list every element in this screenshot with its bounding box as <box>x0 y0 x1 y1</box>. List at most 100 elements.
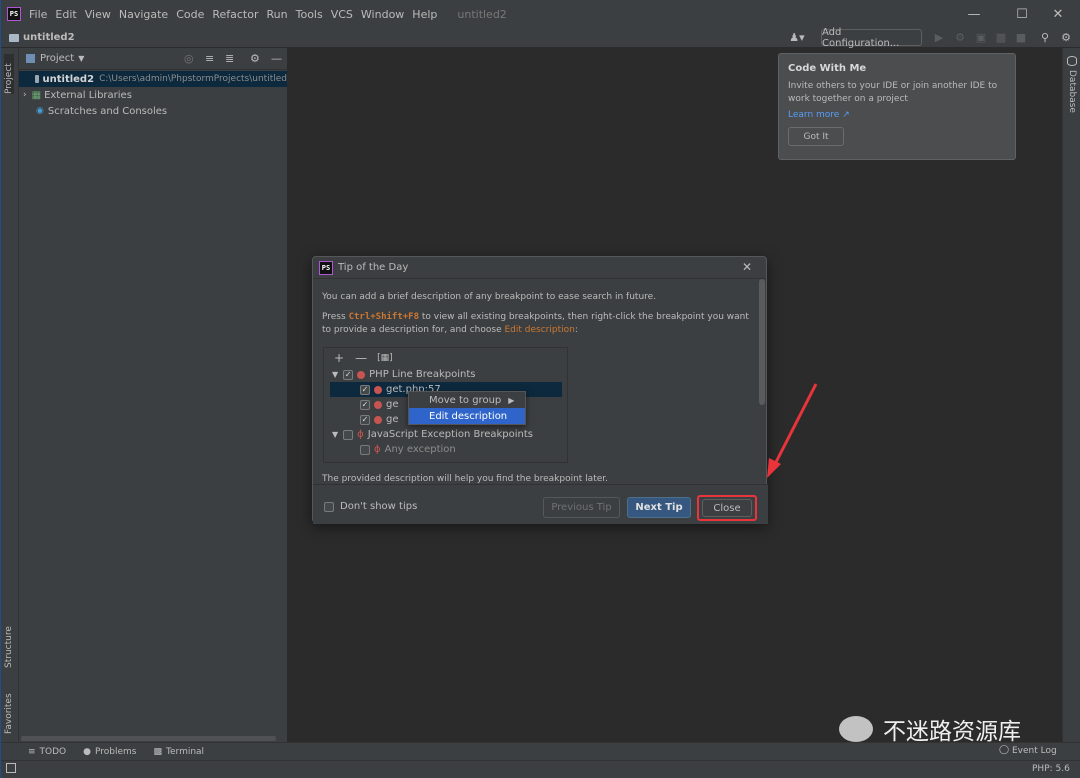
dialog-footer: Don't show tips Previous Tip Next Tip Cl… <box>313 484 768 524</box>
dont-show-tips[interactable]: Don't show tips <box>324 501 417 512</box>
menu-item-edit-description: Edit description <box>409 408 525 424</box>
ide-window: PS File Edit View Navigate Code Refactor… <box>0 0 1080 778</box>
database-icon <box>1067 56 1077 66</box>
search-icon[interactable]: ⚲ <box>1037 29 1053 46</box>
group-js-exception: ▼ ϕ JavaScript Exception Breakpoints <box>332 429 533 440</box>
shortcut-text: Ctrl+Shift+F8 <box>348 312 420 322</box>
profile-icon[interactable]: ▩ <box>993 29 1009 46</box>
menu-navigate[interactable]: Navigate <box>119 8 168 21</box>
collapse-all-icon[interactable]: ≣ <box>225 52 234 65</box>
remove-icon: — <box>355 350 368 365</box>
menu-window[interactable]: Window <box>361 8 404 21</box>
folder-icon <box>35 75 39 83</box>
dont-show-checkbox[interactable] <box>324 501 334 512</box>
learn-more-link[interactable]: Learn more ↗ <box>788 110 1006 120</box>
todo-icon: ≡ <box>28 746 36 757</box>
tree-item-label: Scratches and Consoles <box>47 105 168 117</box>
tree-item-label: External Libraries <box>44 89 132 101</box>
got-it-button[interactable]: Got It <box>788 127 844 146</box>
breadcrumb-project[interactable]: untitled2 <box>23 32 75 43</box>
project-view-icon <box>26 54 35 63</box>
chevron-down-icon[interactable]: ▼ <box>78 54 84 63</box>
popup-title: Code With Me <box>788 63 867 74</box>
minimize-icon[interactable]: — <box>951 0 997 28</box>
menu-tools[interactable]: Tools <box>296 8 323 21</box>
close-window-icon[interactable]: ✕ <box>1035 0 1080 28</box>
tab-structure[interactable]: Structure <box>4 616 14 668</box>
tip-of-the-day-dialog: PS Tip of the Day ✕ You can add a brief … <box>312 256 768 524</box>
any-exception-row: ϕ Any exception <box>360 442 456 457</box>
coverage-icon[interactable]: ▣ <box>973 29 989 46</box>
breakpoint-dot-icon <box>374 385 382 394</box>
chevron-right-icon[interactable]: › <box>23 90 27 100</box>
checkbox-icon <box>360 444 370 455</box>
group-icon: [▦] <box>377 352 393 363</box>
folder-icon <box>9 33 19 42</box>
dialog-title: Tip of the Day <box>338 262 409 273</box>
tip-content: You can add a brief description of any b… <box>322 291 752 337</box>
menu-help[interactable]: Help <box>412 8 437 21</box>
tree-item-path: C:\Users\admin\PhpstormProjects\untitled <box>99 74 287 84</box>
breakpoint-row-2: ✓ ge <box>360 399 399 410</box>
tab-terminal[interactable]: Terminal <box>166 747 204 757</box>
chevron-down-icon: ▼ <box>332 370 339 379</box>
locate-icon[interactable]: ◎ <box>184 52 194 65</box>
illustration-toolbar: + — [▦] <box>334 350 393 365</box>
menu-vcs[interactable]: VCS <box>331 8 353 21</box>
tab-project[interactable]: Project <box>4 54 14 94</box>
close-icon[interactable]: ✕ <box>742 260 752 274</box>
menu-edit[interactable]: Edit <box>55 8 76 21</box>
hide-panel-icon[interactable]: — <box>271 52 282 65</box>
debug-icon[interactable]: ⚙ <box>952 29 968 46</box>
tree-item-label: untitled2 <box>42 73 95 85</box>
menu-run[interactable]: Run <box>267 8 288 21</box>
close-button[interactable]: Close <box>702 499 752 517</box>
breakpoints-illustration: + — [▦] ▼ ✓ PHP Line Breakpoints ✓ get.p… <box>323 347 568 463</box>
popup-text: Invite others to your IDE or join anothe… <box>788 81 998 104</box>
menu-item-move-to-group: Move to group ▶ <box>429 394 515 406</box>
tab-event-log[interactable]: Event Log <box>1012 746 1057 756</box>
menu-view[interactable]: View <box>85 8 111 21</box>
php-version[interactable]: PHP: 5.6 <box>1032 764 1070 774</box>
breakpoint-dot-icon <box>374 415 382 424</box>
menu-file[interactable]: File <box>29 8 47 21</box>
settings-icon[interactable]: ⚙ <box>1058 29 1074 46</box>
tree-item-untitled2[interactable]: untitled2 C:\Users\admin\PhpstormProject… <box>19 71 287 87</box>
expand-all-icon[interactable]: ≡ <box>205 52 214 65</box>
group-php-line: ▼ ✓ PHP Line Breakpoints <box>332 369 476 380</box>
lightning-icon: ϕ <box>357 429 364 440</box>
library-icon: ▦ <box>31 89 42 101</box>
code-with-me-icon[interactable]: ♟▾ <box>787 29 807 46</box>
layout-icon[interactable] <box>6 763 16 773</box>
terminal-icon: ▩ <box>153 746 163 757</box>
tip-line-1: You can add a brief description of any b… <box>322 292 657 302</box>
tab-favorites[interactable]: Favorites <box>4 682 14 734</box>
project-panel-header: Project ▼ ◎ ≡ ≣ ⚙ — <box>19 48 287 70</box>
red-arrow-annotation <box>767 383 818 478</box>
lightning-icon: ϕ <box>374 444 381 455</box>
tab-problems[interactable]: Problems <box>95 747 136 757</box>
next-tip-button[interactable]: Next Tip <box>627 497 691 518</box>
tab-todo[interactable]: TODO <box>40 747 67 757</box>
chevron-down-icon: ▼ <box>332 430 339 439</box>
scratches-icon: ◉ <box>36 106 44 116</box>
bottom-tool-bar: ≡ TODO ● Problems ▩ Terminal ◯ Event Log <box>1 742 1080 760</box>
right-tool-strip: Database <box>1062 48 1080 742</box>
menu-code[interactable]: Code <box>176 8 204 21</box>
tip-line-2: Press Ctrl+Shift+F8 to view all existing… <box>322 312 749 335</box>
menu-refactor[interactable]: Refactor <box>212 8 258 21</box>
tab-database[interactable]: Database <box>1067 70 1077 113</box>
tree-item-external-libraries[interactable]: › ▦ External Libraries <box>19 87 287 103</box>
breakpoint-dot-icon <box>374 400 382 409</box>
previous-tip-button[interactable]: Previous Tip <box>543 497 620 518</box>
add-configuration-button[interactable]: Add Configuration... <box>821 27 922 49</box>
breakpoint-row-3: ✓ ge <box>360 414 399 425</box>
tree-item-scratches[interactable]: ◉ Scratches and Consoles <box>19 103 287 119</box>
horizontal-scrollbar[interactable] <box>21 736 276 741</box>
gear-icon[interactable]: ⚙ <box>250 52 260 65</box>
stop-icon[interactable]: ■ <box>1013 29 1029 46</box>
checkbox-icon <box>343 429 354 440</box>
action-name: Edit description <box>504 325 575 335</box>
run-icon[interactable]: ▶ <box>931 29 947 46</box>
project-view-selector[interactable]: Project <box>40 53 74 64</box>
